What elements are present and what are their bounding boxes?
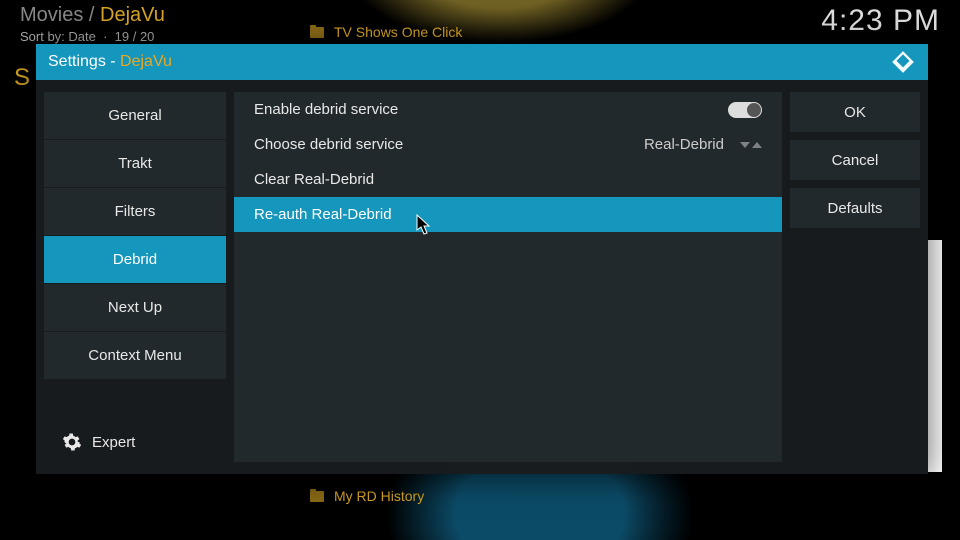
folder-icon [310,27,324,38]
row-label: Choose debrid service [254,136,403,153]
dialog-buttons: OK Cancel Defaults [790,92,920,462]
dialog-title: Settings - DejaVu [48,53,172,71]
chevron-down-icon [740,142,750,148]
background-header: Movies / DejaVu Sort by: Date · 19 / 20 … [20,4,940,44]
sidebar-item-next-up[interactable]: Next Up [44,284,226,331]
breadcrumb-leaf: DejaVu [100,4,165,26]
sidebar-item-filters[interactable]: Filters [44,188,226,235]
dialog-sidebar: General Trakt Filters Debrid Next Up Con… [44,92,226,462]
dialog-title-prefix: Settings - [48,53,120,70]
ok-button[interactable]: OK [790,92,920,132]
breadcrumb-block: Movies / DejaVu Sort by: Date · 19 / 20 [20,4,165,44]
select-chevrons-icon [740,142,762,148]
cancel-button[interactable]: Cancel [790,140,920,180]
settings-dialog: Settings - DejaVu General Trakt Filters … [36,44,928,474]
dialog-title-name: DejaVu [120,53,172,70]
settings-level-label: Expert [92,434,135,451]
sidebar-item-general[interactable]: General [44,92,226,139]
breadcrumb: Movies / DejaVu [20,4,165,27]
sidebar-item-debrid[interactable]: Debrid [44,236,226,283]
sidebar-spacer [44,380,226,422]
row-clear-debrid[interactable]: Clear Real-Debrid [234,162,782,197]
row-label: Re-auth Real-Debrid [254,206,392,223]
toggle-icon [728,102,762,118]
scroll-letter: S [14,64,30,92]
dialog-body: General Trakt Filters Debrid Next Up Con… [36,80,928,474]
defaults-button[interactable]: Defaults [790,188,920,228]
breadcrumb-sep: / [83,4,100,26]
bg-list-item-bottom: My RD History [310,488,424,504]
folder-icon [310,491,324,502]
settings-level-toggle[interactable]: Expert [44,422,226,462]
dialog-titlebar: Settings - DejaVu [36,44,928,80]
kodi-logo-icon [890,49,916,75]
clock: 4:23 PM [821,4,940,38]
sort-label: Sort by: Date [20,29,96,44]
row-label: Enable debrid service [254,101,398,118]
bg-item-label: My RD History [334,488,424,504]
sort-info: Sort by: Date · 19 / 20 [20,29,165,44]
row-choose-debrid[interactable]: Choose debrid service Real-Debrid [234,127,782,162]
chevron-up-icon [752,142,762,148]
sidebar-item-trakt[interactable]: Trakt [44,140,226,187]
row-value-group: Real-Debrid [644,136,762,153]
bg-list-item-top: TV Shows One Click [310,24,462,40]
background-edge [928,240,942,472]
row-enable-debrid[interactable]: Enable debrid service [234,92,782,127]
breadcrumb-root: Movies [20,4,83,26]
row-label: Clear Real-Debrid [254,171,374,188]
sort-count: 19 / 20 [115,29,155,44]
row-value: Real-Debrid [644,136,724,153]
settings-content: Enable debrid service Choose debrid serv… [234,92,782,462]
row-reauth-debrid[interactable]: Re-auth Real-Debrid [234,197,782,232]
bg-item-label: TV Shows One Click [334,24,462,40]
gear-icon [62,432,82,452]
sidebar-item-context-menu[interactable]: Context Menu [44,332,226,379]
